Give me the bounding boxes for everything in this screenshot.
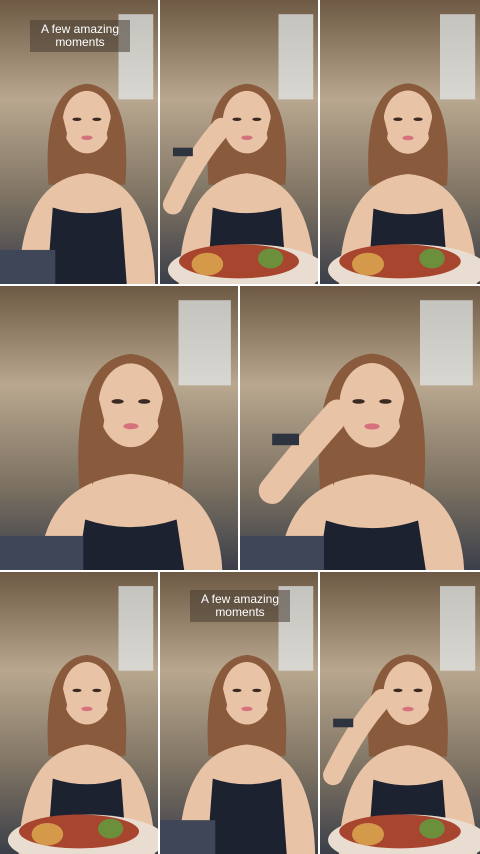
eye-left xyxy=(393,117,403,121)
face xyxy=(339,363,405,448)
window-light xyxy=(420,300,473,386)
lips xyxy=(81,706,93,712)
face xyxy=(383,90,433,154)
face xyxy=(62,661,112,725)
photo-6 xyxy=(0,572,158,854)
photo-8 xyxy=(320,572,480,854)
black-top xyxy=(47,207,127,284)
face xyxy=(222,90,272,154)
lips xyxy=(402,706,414,712)
photo-4 xyxy=(0,286,238,570)
window-light xyxy=(440,14,476,100)
food-item xyxy=(97,818,124,839)
window-light xyxy=(278,14,314,100)
eye-right xyxy=(379,399,392,404)
face xyxy=(62,90,112,154)
eye-left xyxy=(232,688,242,693)
caption-line: moments xyxy=(215,605,265,619)
table xyxy=(240,535,324,570)
lips xyxy=(241,135,253,141)
eye-left xyxy=(72,117,82,121)
lips xyxy=(81,135,93,141)
eye-left xyxy=(111,399,124,404)
bracelet xyxy=(172,147,193,157)
window-light xyxy=(440,586,476,671)
window-light xyxy=(118,586,154,671)
lips xyxy=(123,423,139,430)
video-collage: A few amazing moments A few amazing mome… xyxy=(0,0,480,854)
eye-right xyxy=(413,117,423,121)
food-item xyxy=(257,248,284,269)
eye-right xyxy=(92,117,102,121)
eye-left xyxy=(72,688,82,693)
food-item xyxy=(31,822,64,846)
table xyxy=(160,820,216,854)
caption-line: moments xyxy=(55,35,105,49)
face xyxy=(222,661,272,725)
eye-right xyxy=(252,688,262,693)
food-item xyxy=(191,252,224,276)
bracelet xyxy=(333,718,354,728)
black-top xyxy=(207,778,287,854)
food-item xyxy=(419,818,445,839)
photo-5 xyxy=(240,286,480,570)
food-item xyxy=(352,252,384,276)
eye-right xyxy=(413,688,423,693)
eye-left xyxy=(393,688,403,693)
face xyxy=(383,661,433,725)
eye-left xyxy=(352,399,365,404)
bracelet xyxy=(272,433,300,446)
caption-bottom: A few amazing moments xyxy=(190,590,290,622)
lips xyxy=(241,706,253,712)
lips xyxy=(364,423,380,430)
face xyxy=(98,363,164,448)
eye-left xyxy=(232,117,242,121)
eye-right xyxy=(92,688,102,693)
photo-2 xyxy=(160,0,318,284)
lips xyxy=(402,135,414,141)
food-item xyxy=(419,248,445,269)
eye-right xyxy=(252,117,262,121)
photo-3 xyxy=(320,0,480,284)
window-light xyxy=(178,300,231,386)
table xyxy=(0,535,84,570)
eye-right xyxy=(138,399,151,404)
caption-top: A few amazing moments xyxy=(30,20,130,52)
food-item xyxy=(352,822,384,846)
table xyxy=(0,249,56,284)
